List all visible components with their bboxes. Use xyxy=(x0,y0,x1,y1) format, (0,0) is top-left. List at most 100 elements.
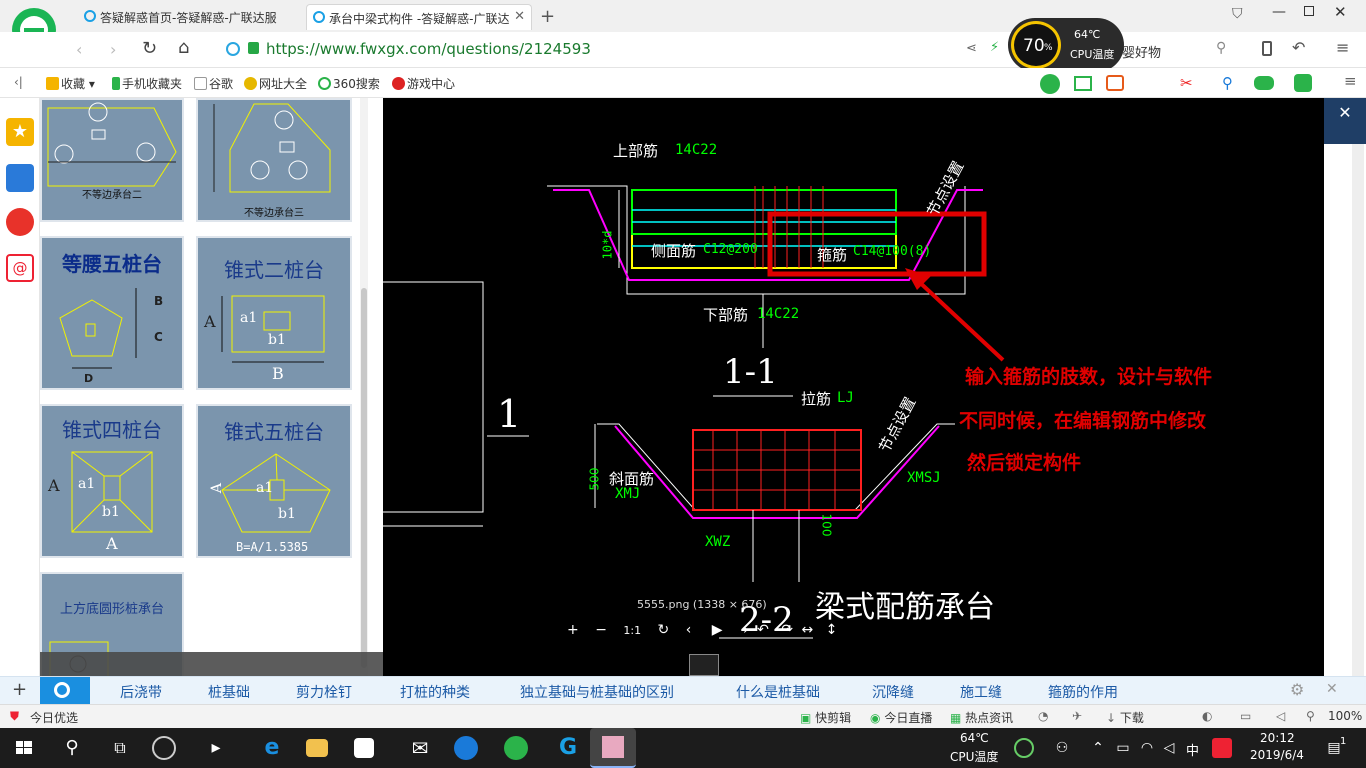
status-item-live[interactable]: ◉ 今日直播 xyxy=(870,709,932,726)
zoom-in-button[interactable]: + xyxy=(567,622,579,638)
reload-icon[interactable]: ↻ xyxy=(142,38,157,59)
taskbar-date[interactable]: 2019/6/4 xyxy=(1250,748,1304,762)
thumb-cone-five-pile[interactable]: 锥式五桩台 A a1 b1 B=A/1.5385 xyxy=(196,404,352,558)
phone-icon[interactable] xyxy=(1262,41,1272,56)
menu-icon[interactable]: ≡ xyxy=(1336,38,1349,57)
tag-item[interactable]: 独立基础与桩基础的区别 xyxy=(520,682,674,702)
taskbar-cpu-label[interactable]: CPU温度 xyxy=(950,748,998,765)
bookmark-360search[interactable]: 360搜索 xyxy=(318,75,380,92)
weibo-icon[interactable] xyxy=(6,208,34,236)
bookmark-games[interactable]: 游戏中心 xyxy=(392,75,455,92)
add-tag-icon[interactable]: + xyxy=(12,679,27,700)
assistant-icon[interactable] xyxy=(1040,74,1060,94)
app-bilibili-icon[interactable]: ▸ xyxy=(200,732,232,764)
windows-start-icon[interactable] xyxy=(8,732,40,764)
tagbar-close-icon[interactable]: ✕ xyxy=(1326,681,1338,697)
tray-wifi-icon[interactable]: ◠ xyxy=(1138,732,1156,764)
image-viewer-taskbar-icon[interactable] xyxy=(590,728,636,768)
right-scrollbar[interactable] xyxy=(1352,144,1364,676)
thumb-unequal-cap-3[interactable]: 不等边承台三 xyxy=(196,98,352,222)
scissors-icon[interactable]: ✂ xyxy=(1180,74,1193,92)
tab-home[interactable]: 答疑解惑首页-答疑解惑-广联达服 xyxy=(78,4,304,30)
tray-battery-icon[interactable]: ▭ xyxy=(1114,732,1132,764)
minimize-button[interactable]: — xyxy=(1272,4,1286,20)
prev-button[interactable]: ‹ xyxy=(686,622,692,638)
status-sound-icon[interactable]: ◁ xyxy=(1276,709,1285,723)
taskbar-cpu-temp[interactable]: 64℃ xyxy=(960,731,989,745)
fit-height-button[interactable]: ↕ xyxy=(826,622,838,638)
actual-size-button[interactable]: 1:1 xyxy=(623,624,641,637)
status-speed-icon[interactable]: ◔ xyxy=(1038,709,1048,723)
browser-360-taskbar-icon[interactable] xyxy=(504,736,528,760)
cpu-widget[interactable]: 70 % 64℃ CPU温度 xyxy=(1008,18,1124,72)
thumbnail-strip[interactable] xyxy=(689,654,719,676)
store-icon[interactable] xyxy=(354,738,374,758)
thumb-isosceles-five-pile[interactable]: 等腰五桩台 B C D xyxy=(40,236,184,390)
search-icon[interactable]: ⚲ xyxy=(1216,40,1226,56)
tab-question[interactable]: 承台中梁式构件 -答疑解惑-广联达 ✕ xyxy=(306,4,532,30)
thumb-cone-two-pile[interactable]: 锥式二桩台 A a1 b1 B xyxy=(196,236,352,390)
more-icon[interactable]: ≡ xyxy=(1344,72,1357,90)
news-icon[interactable] xyxy=(6,164,34,192)
zoom-out-button[interactable]: − xyxy=(595,622,607,638)
shirt-icon[interactable]: ⛉ xyxy=(1232,6,1243,22)
viewer-close-button[interactable]: ✕ xyxy=(1324,98,1366,144)
content-scrollbar[interactable] xyxy=(360,98,368,676)
rotate-left-button[interactable]: ↶ xyxy=(757,622,769,638)
tag-item[interactable]: 打桩的种类 xyxy=(400,682,470,702)
favorites-star-icon[interactable]: ★ xyxy=(6,118,34,146)
undo-icon[interactable]: ↶ xyxy=(1292,38,1305,57)
tag-item[interactable]: 后浇带 xyxy=(120,682,162,702)
app-g-icon[interactable]: G xyxy=(552,732,584,764)
magnifier-icon[interactable]: ⚲ xyxy=(1222,74,1233,92)
status-item-news[interactable]: ▦ 热点资讯 xyxy=(950,709,1013,726)
taskbar-time[interactable]: 20:12 xyxy=(1260,731,1295,745)
status-zoom-icon[interactable]: ⚲ xyxy=(1306,709,1315,723)
bookmark-google[interactable]: 谷歌 xyxy=(194,75,233,92)
tag-item[interactable]: 什么是桩基础 xyxy=(736,682,820,702)
new-tab-button[interactable]: + xyxy=(540,6,555,27)
back-icon[interactable]: ‹ xyxy=(76,40,82,59)
file-explorer-icon[interactable] xyxy=(306,739,328,757)
tag-item[interactable]: 沉降缝 xyxy=(872,682,914,702)
lightning-icon[interactable]: ⚡ xyxy=(990,40,999,55)
sidebar-toggle-icon[interactable]: ‹| xyxy=(14,75,23,89)
home-icon[interactable]: ⌂ xyxy=(178,37,189,58)
tag-item[interactable]: 剪力栓钉 xyxy=(296,682,352,702)
status-accel-icon[interactable]: ✈ xyxy=(1072,709,1082,723)
scroll-thumb[interactable] xyxy=(361,288,367,668)
fit-width-button[interactable]: ↔ xyxy=(801,622,813,638)
forward-icon[interactable]: › xyxy=(110,40,116,59)
tray-volume-icon[interactable]: ◁ xyxy=(1160,732,1178,764)
bookmark-directory[interactable]: 网址大全 xyxy=(244,75,307,92)
rotate-button[interactable]: ↻ xyxy=(658,622,670,638)
tray-360-icon[interactable] xyxy=(1014,738,1034,758)
mail-icon[interactable]: ✉ xyxy=(404,732,436,764)
status-clean-icon[interactable]: ◐ xyxy=(1202,709,1212,723)
security-icon[interactable] xyxy=(1294,74,1312,92)
tray-chevron-icon[interactable]: ⌃ xyxy=(1090,732,1106,764)
tray-ime-indicator[interactable]: 中 xyxy=(1186,740,1199,759)
status-zoom-level[interactable]: 100% xyxy=(1328,709,1362,723)
edge-browser-icon[interactable]: e xyxy=(256,732,288,764)
status-item-download[interactable]: ↓ 下载 xyxy=(1106,709,1144,726)
tag-item[interactable]: 桩基础 xyxy=(208,682,250,702)
url-input[interactable]: https://www.fwxgx.com/questions/2124593 xyxy=(266,40,591,58)
tray-sogou-icon[interactable] xyxy=(1212,738,1232,758)
tab-close-icon[interactable]: ✕ xyxy=(514,9,525,24)
play-button[interactable]: ▶ xyxy=(712,622,723,638)
rotate-right-button[interactable]: ↷ xyxy=(781,622,793,638)
search-taskbar-icon[interactable]: ⚲ xyxy=(56,732,88,764)
book-icon[interactable] xyxy=(1074,76,1092,91)
task-view-icon[interactable]: ⧉ xyxy=(104,732,136,764)
search-circle-icon[interactable] xyxy=(40,677,90,704)
tray-people-icon[interactable]: ⚇ xyxy=(1052,732,1072,764)
email-icon[interactable]: @ xyxy=(6,254,34,282)
bookmark-favorites[interactable]: 收藏 ▾ xyxy=(46,75,95,92)
gamepad-icon[interactable] xyxy=(1254,76,1274,90)
tag-item[interactable]: 施工缝 xyxy=(960,682,1002,702)
settings-gear-icon[interactable]: ⚙ xyxy=(1290,680,1304,699)
tag-item[interactable]: 箍筋的作用 xyxy=(1048,682,1118,702)
status-item-edit[interactable]: ▣ 快剪辑 xyxy=(800,709,851,726)
thumb-unequal-cap-2[interactable]: 不等边承台二 xyxy=(40,98,184,222)
